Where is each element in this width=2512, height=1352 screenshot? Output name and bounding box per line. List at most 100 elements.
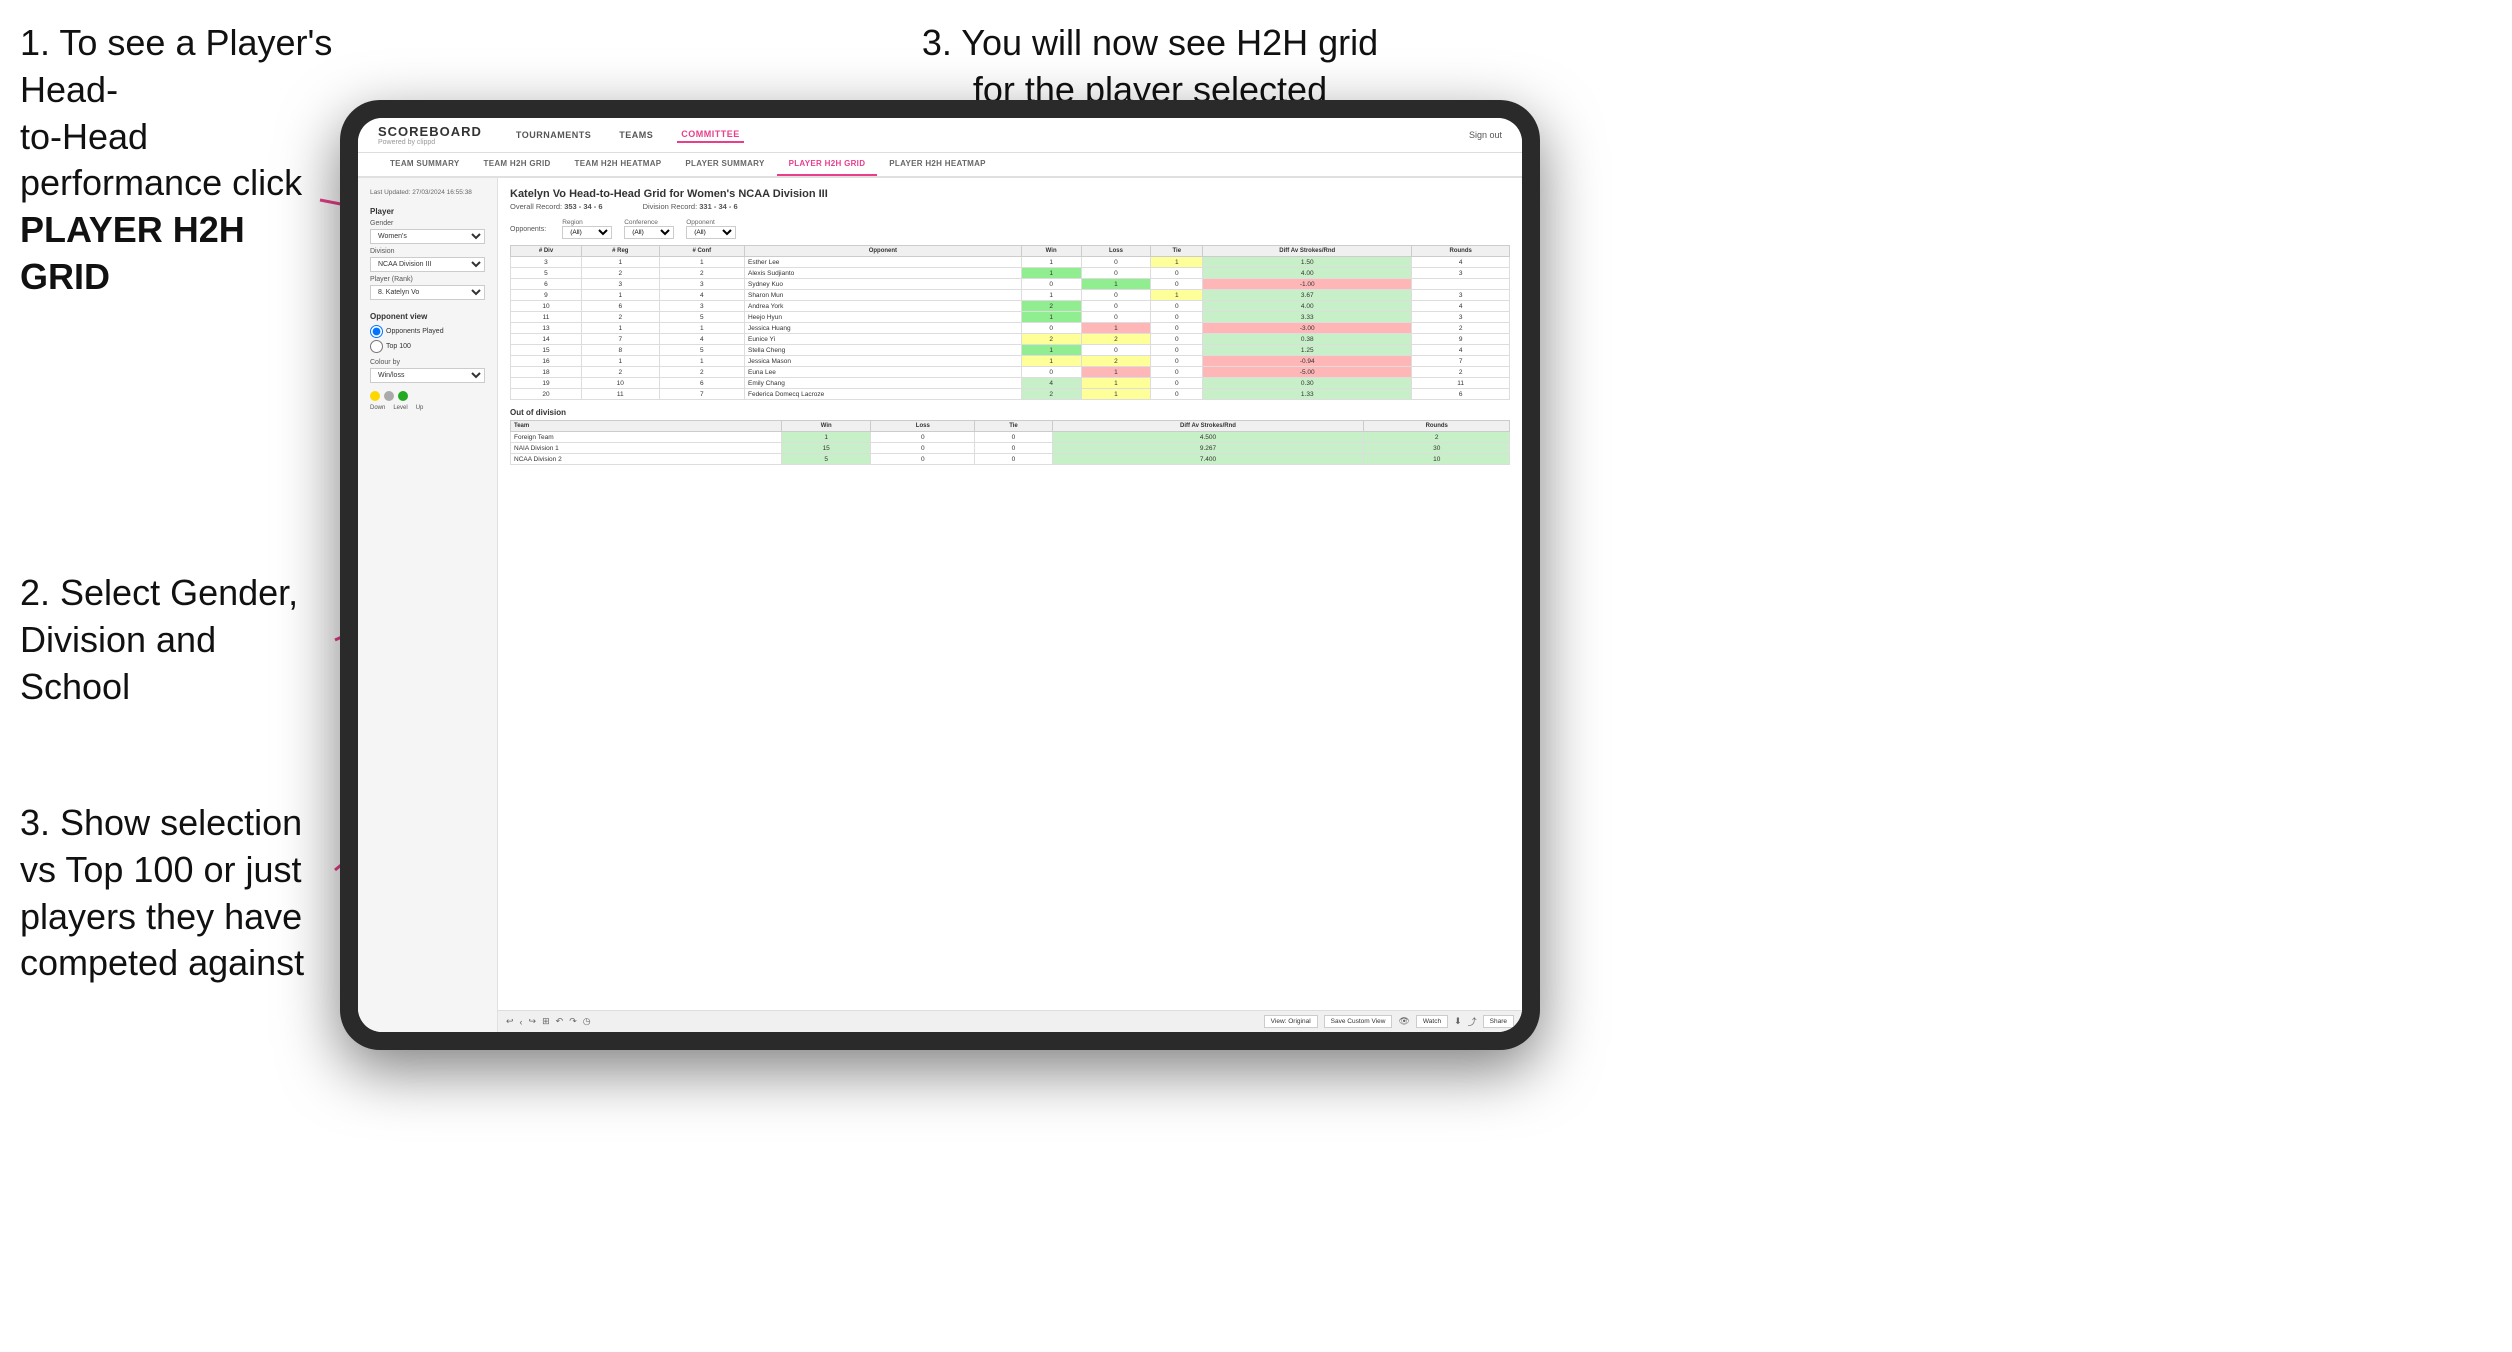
table-cell: 2 bbox=[1081, 356, 1151, 367]
conference-filter: Conference (All) bbox=[624, 219, 674, 239]
table-cell: 0 bbox=[1151, 378, 1203, 389]
ood-table-cell: NAIA Division 1 bbox=[511, 443, 782, 454]
sidebar-colour-select[interactable]: Win/loss bbox=[370, 368, 485, 383]
table-cell bbox=[1412, 279, 1510, 290]
th-win: Win bbox=[1021, 246, 1081, 257]
region-filter: Region (All) bbox=[562, 219, 612, 239]
undo-icon[interactable]: ↩ bbox=[506, 1016, 514, 1027]
region-select[interactable]: (All) bbox=[562, 226, 612, 239]
table-cell: 5 bbox=[659, 345, 744, 356]
sidebar-gender-select[interactable]: Women's bbox=[370, 229, 485, 244]
table-row: 914Sharon Mun1013.673 bbox=[511, 290, 1510, 301]
grid-icon[interactable]: ⊞ bbox=[542, 1016, 550, 1027]
undo2-icon[interactable]: ↶ bbox=[556, 1016, 564, 1027]
table-cell: 4 bbox=[1412, 257, 1510, 268]
nav-teams[interactable]: TEAMS bbox=[615, 128, 657, 142]
download-icon[interactable]: ⬇ bbox=[1454, 1016, 1462, 1027]
table-cell: Jessica Mason bbox=[744, 356, 1021, 367]
th-loss: Loss bbox=[1081, 246, 1151, 257]
table-cell: 16 bbox=[511, 356, 582, 367]
toolbar: ↩ ‹ ↪ ⊞ ↶ ↷ ◷ View: Original Save Custom… bbox=[498, 1010, 1522, 1032]
sub-nav-team-h2h-heatmap[interactable]: TEAM H2H HEATMAP bbox=[563, 153, 674, 176]
table-cell: 7 bbox=[581, 334, 659, 345]
share-btn[interactable]: Share bbox=[1483, 1015, 1514, 1028]
nav-bar: SCOREBOARD Powered by clippd TOURNAMENTS… bbox=[358, 118, 1522, 153]
step2-text: 2. Select Gender, Division and School bbox=[20, 570, 320, 710]
content-title: Katelyn Vo Head-to-Head Grid for Women's… bbox=[510, 188, 1510, 200]
table-cell: 4 bbox=[659, 290, 744, 301]
table-cell: 1 bbox=[1151, 290, 1203, 301]
content-wrapper: Katelyn Vo Head-to-Head Grid for Women's… bbox=[498, 178, 1522, 1032]
main-table: # Div # Reg # Conf Opponent Win Loss Tie… bbox=[510, 245, 1510, 400]
table-cell: 20 bbox=[511, 389, 582, 400]
table-cell: Eunice Yi bbox=[744, 334, 1021, 345]
table-cell: 10 bbox=[511, 301, 582, 312]
share-icon[interactable]: ⤴ bbox=[1468, 1015, 1477, 1028]
table-cell: 2 bbox=[1412, 367, 1510, 378]
sub-nav-team-h2h-grid[interactable]: TEAM H2H GRID bbox=[472, 153, 563, 176]
back-icon[interactable]: ‹ bbox=[520, 1017, 523, 1027]
redo2-icon[interactable]: ↷ bbox=[569, 1016, 577, 1027]
sidebar-radio-opponents-played[interactable]: Opponents Played bbox=[370, 325, 485, 338]
sidebar-player-select[interactable]: 8. Katelyn Vo bbox=[370, 285, 485, 300]
out-of-division-table: Team Win Loss Tie Diff Av Strokes/Rnd Ro… bbox=[510, 420, 1510, 465]
region-label: Region bbox=[562, 219, 612, 226]
th-tie: Tie bbox=[1151, 246, 1203, 257]
th-diff: Diff Av Strokes/Rnd bbox=[1203, 246, 1412, 257]
table-cell: -0.94 bbox=[1203, 356, 1412, 367]
table-cell: Sharon Mun bbox=[744, 290, 1021, 301]
table-cell: 1 bbox=[581, 290, 659, 301]
table-cell: 0 bbox=[1151, 323, 1203, 334]
table-row: 1822Euna Lee010-5.002 bbox=[511, 367, 1510, 378]
table-cell: 0 bbox=[1151, 312, 1203, 323]
th-opponent: Opponent bbox=[744, 246, 1021, 257]
table-cell: 2 bbox=[581, 367, 659, 378]
table-cell: 2 bbox=[659, 268, 744, 279]
table-cell: 0 bbox=[1081, 345, 1151, 356]
sub-nav-team-summary[interactable]: TEAM SUMMARY bbox=[378, 153, 472, 176]
watch-btn[interactable]: Watch bbox=[1416, 1015, 1448, 1028]
table-cell: 4 bbox=[1021, 378, 1081, 389]
table-cell: 1 bbox=[1021, 290, 1081, 301]
opponent-select[interactable]: (All) bbox=[686, 226, 736, 239]
table-cell: 3 bbox=[1412, 290, 1510, 301]
nav-tournaments[interactable]: TOURNAMENTS bbox=[512, 128, 595, 142]
sidebar-radio-top100[interactable]: Top 100 bbox=[370, 340, 485, 353]
table-cell: Federica Domecq Lacroze bbox=[744, 389, 1021, 400]
table-cell: -3.00 bbox=[1203, 323, 1412, 334]
sidebar-division-select[interactable]: NCAA Division III bbox=[370, 257, 485, 272]
view-original-btn[interactable]: View: Original bbox=[1264, 1015, 1318, 1028]
sub-nav-player-h2h-grid[interactable]: PLAYER H2H GRID bbox=[777, 153, 878, 176]
nav-committee[interactable]: COMMITTEE bbox=[677, 127, 744, 143]
eye-icon: 👁 bbox=[1398, 1016, 1409, 1027]
table-cell: -1.00 bbox=[1203, 279, 1412, 290]
table-cell: 1 bbox=[1081, 279, 1151, 290]
step1-bold: PLAYER H2H GRID bbox=[20, 209, 245, 297]
table-cell: 1 bbox=[1021, 312, 1081, 323]
sub-nav-player-h2h-heatmap[interactable]: PLAYER H2H HEATMAP bbox=[877, 153, 998, 176]
sidebar-opponent-view-label: Opponent view bbox=[370, 312, 485, 321]
ood-table-row: Foreign Team1004.5002 bbox=[511, 432, 1510, 443]
table-cell: 0 bbox=[1081, 301, 1151, 312]
sidebar-timestamp: Last Updated: 27/03/2024 16:55:38 bbox=[370, 188, 485, 197]
table-cell: 6 bbox=[581, 301, 659, 312]
ood-table-cell: 5 bbox=[782, 454, 871, 465]
table-cell: 1 bbox=[1021, 257, 1081, 268]
table-cell: 13 bbox=[511, 323, 582, 334]
ood-table-row: NCAA Division 25007.40010 bbox=[511, 454, 1510, 465]
sub-nav: TEAM SUMMARY TEAM H2H GRID TEAM H2H HEAT… bbox=[358, 153, 1522, 178]
nav-sign-out[interactable]: Sign out bbox=[1469, 130, 1502, 140]
table-cell: 0 bbox=[1151, 389, 1203, 400]
table-cell: 0 bbox=[1151, 268, 1203, 279]
table-cell: 1 bbox=[1021, 345, 1081, 356]
save-custom-view-btn[interactable]: Save Custom View bbox=[1324, 1015, 1393, 1028]
ood-table-cell: 9.267 bbox=[1052, 443, 1364, 454]
clock-icon[interactable]: ◷ bbox=[583, 1016, 591, 1027]
conference-select[interactable]: (All) bbox=[624, 226, 674, 239]
redo-icon[interactable]: ↪ bbox=[529, 1016, 537, 1027]
sub-nav-player-summary[interactable]: PLAYER SUMMARY bbox=[673, 153, 776, 176]
table-cell: 5 bbox=[511, 268, 582, 279]
table-cell: 1.25 bbox=[1203, 345, 1412, 356]
table-cell: Sydney Kuo bbox=[744, 279, 1021, 290]
table-cell: 1 bbox=[1081, 378, 1151, 389]
